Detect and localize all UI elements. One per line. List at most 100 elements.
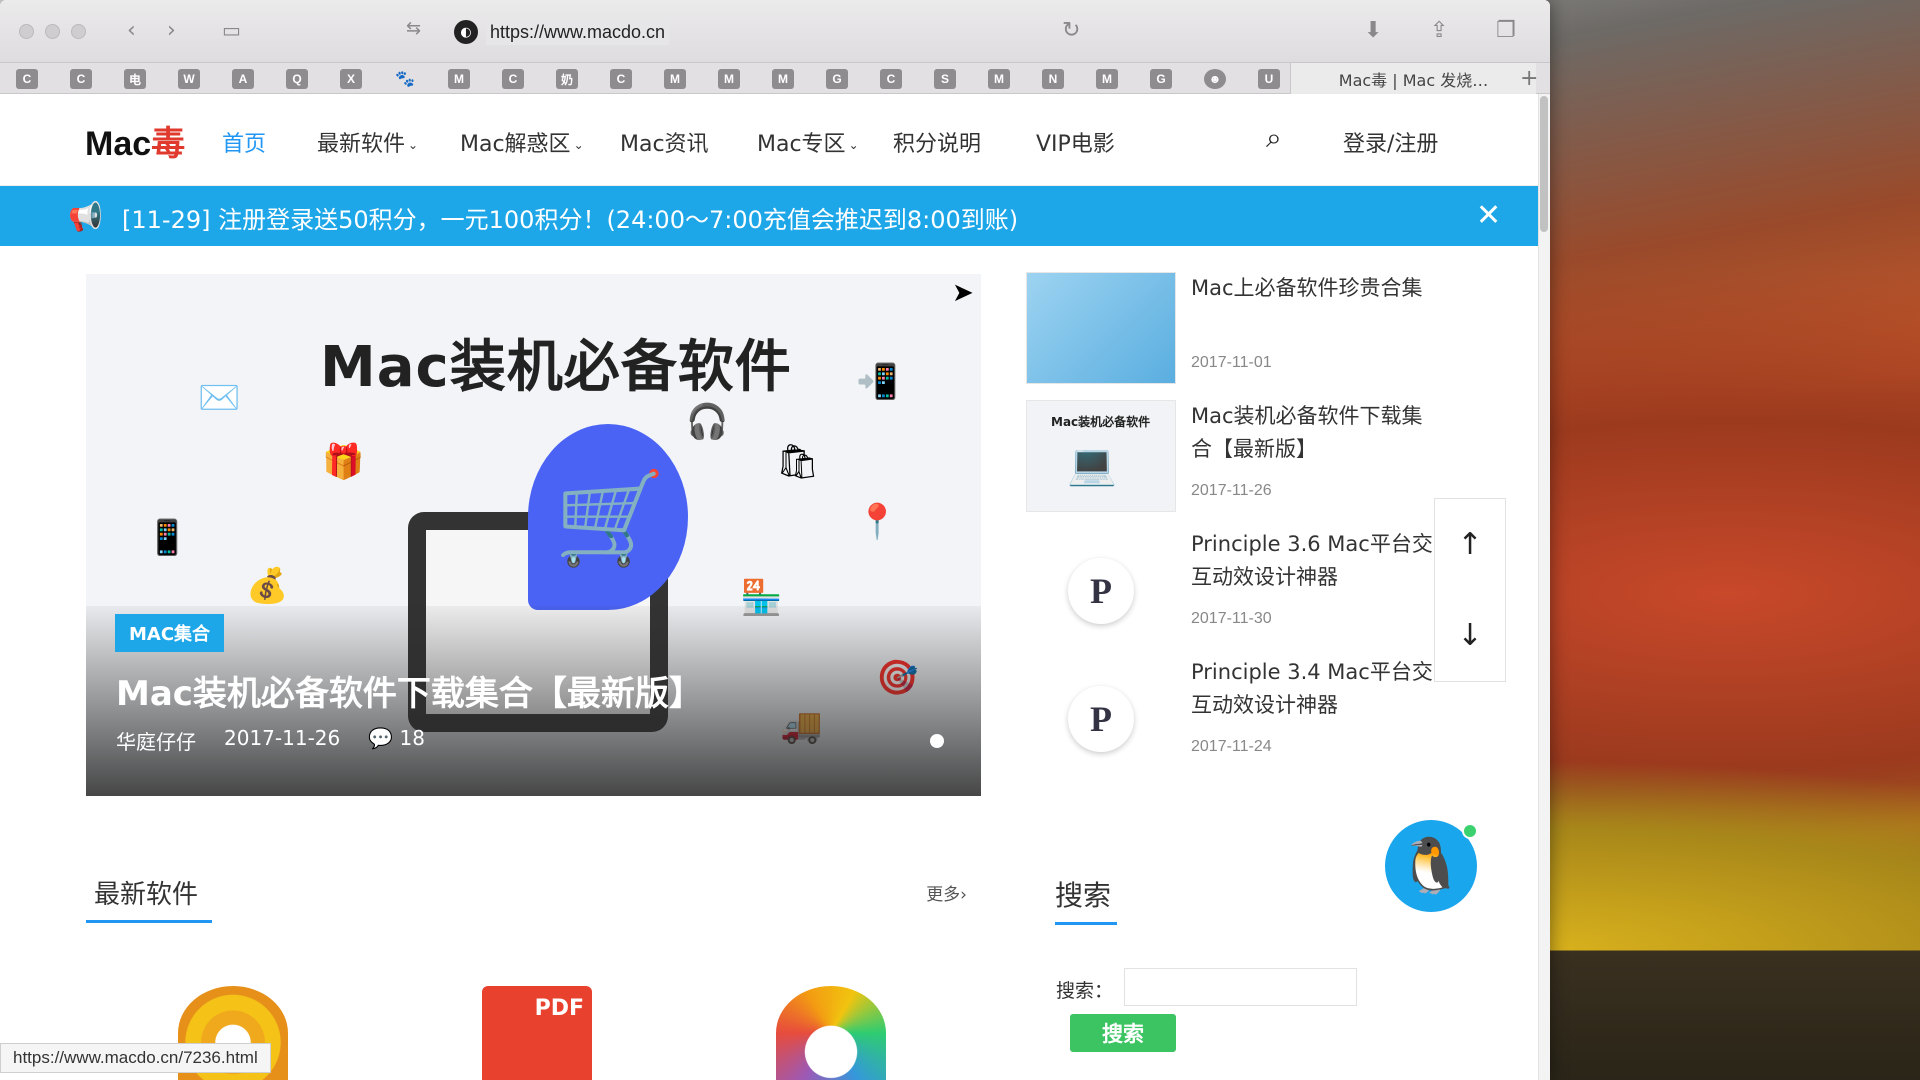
hero-comment-count: 18: [400, 726, 425, 750]
principle-app-icon: P: [1068, 558, 1134, 624]
article-title[interactable]: Principle 3.6 Mac平台交互动效设计神器: [1191, 528, 1441, 594]
pdf-app-icon[interactable]: PDF: [482, 986, 592, 1080]
favorite-item[interactable]: M: [988, 69, 1010, 89]
article-date: 2017-11-24: [1191, 738, 1272, 756]
side-article[interactable]: Mac上必备软件珍贵合集 2017-11-01: [1026, 272, 1466, 392]
favorite-item[interactable]: U: [1258, 69, 1280, 89]
favorite-item[interactable]: Q: [286, 69, 308, 89]
favorite-item[interactable]: A: [232, 69, 254, 89]
page-scrollbar[interactable]: [1538, 94, 1550, 1080]
tabs-overview-icon[interactable]: ❐: [1496, 18, 1516, 43]
favorite-item[interactable]: G: [826, 69, 848, 89]
favorite-item[interactable]: C: [70, 69, 92, 89]
favorite-item[interactable]: C: [880, 69, 902, 89]
section-underline: [86, 920, 212, 923]
favorite-item[interactable]: ☻: [1204, 69, 1226, 89]
nav-mac-help[interactable]: Mac解惑区⌄: [460, 126, 584, 158]
new-tab-button[interactable]: +: [1520, 66, 1538, 91]
category-badge[interactable]: MAC集合: [115, 614, 224, 652]
favorite-item[interactable]: M: [772, 69, 794, 89]
search-label: 搜索：: [1056, 976, 1113, 1003]
side-article[interactable]: P Principle 3.6 Mac平台交互动效设计神器 2017-11-30: [1026, 528, 1466, 648]
back-icon[interactable]: ‹: [127, 18, 136, 43]
link-status-bar: https://www.macdo.cn/7236.html: [0, 1043, 271, 1073]
favorite-item[interactable]: M: [1096, 69, 1118, 89]
forward-icon[interactable]: ›: [167, 18, 176, 43]
search-button[interactable]: 搜索: [1070, 1014, 1176, 1052]
notice-text[interactable]: [11-29] 注册登录送50积分，一元100积分！(24:00～7:00充值会…: [122, 200, 1018, 235]
article-thumbnail[interactable]: Mac装机必备软件 💻: [1026, 400, 1176, 512]
favorite-item[interactable]: C: [610, 69, 632, 89]
hero-comments: 💬 18: [368, 726, 425, 755]
close-icon[interactable]: ✕: [1476, 198, 1501, 233]
sidebar-toggle-icon[interactable]: ▭: [222, 18, 241, 42]
nav-mac-zone[interactable]: Mac专区⌄: [757, 126, 859, 158]
hero-heading: Mac装机必备软件: [320, 322, 792, 403]
notice-banner: 📢 [11-29] 注册登录送50积分，一元100积分！(24:00～7:00充…: [0, 186, 1538, 246]
favorite-item[interactable]: W: [178, 69, 200, 89]
search-icon[interactable]: ⌕: [1266, 121, 1282, 155]
rainbow-app-icon[interactable]: [776, 986, 886, 1080]
favorite-item[interactable]: G: [1150, 69, 1172, 89]
search-input[interactable]: [1124, 968, 1357, 1006]
logo-text: Mac: [85, 125, 151, 163]
site-logo[interactable]: Mac毒: [85, 116, 185, 165]
laptop-cart-icon: 💻: [1067, 441, 1117, 488]
favorite-item[interactable]: M: [718, 69, 740, 89]
page-scrollbar-thumb[interactable]: [1540, 96, 1548, 232]
article-title[interactable]: Mac上必备软件珍贵合集: [1191, 272, 1441, 305]
article-title[interactable]: Mac装机必备软件下载集合【最新版】: [1191, 400, 1441, 466]
hero-carousel[interactable]: Mac装机必备软件 🛒 ✉️ 🎁 📱 💰 🎧 🛍 📲 📍 🏪 🎯 🚚 MAC集合…: [0, 246, 1010, 806]
favorite-item[interactable]: S: [934, 69, 956, 89]
thumbnail-caption: Mac装机必备软件: [1051, 413, 1150, 430]
carousel-indicator[interactable]: [930, 734, 944, 748]
favorite-item[interactable]: M: [448, 69, 470, 89]
zoom-window-button[interactable]: [71, 24, 86, 39]
favorite-item[interactable]: C: [16, 69, 38, 89]
article-thumbnail[interactable]: P: [1026, 656, 1176, 768]
reader-swap-icon[interactable]: ⇆: [406, 18, 421, 39]
reload-icon[interactable]: ↻: [1062, 18, 1080, 43]
article-title[interactable]: Principle 3.4 Mac平台交互动效设计神器: [1191, 656, 1441, 722]
nav-label: 最新软件: [317, 132, 405, 157]
article-date: 2017-11-01: [1191, 354, 1272, 372]
latest-software-header: 最新软件 更多›: [86, 874, 981, 926]
basket-icon: 🛍: [776, 442, 819, 482]
window-controls: [19, 24, 86, 39]
favorite-item[interactable]: 🐾: [394, 69, 416, 89]
favorite-item[interactable]: X: [340, 69, 362, 89]
nav-points[interactable]: 积分说明: [893, 126, 981, 158]
side-article[interactable]: Mac装机必备软件 💻 Mac装机必备软件下载集合【最新版】 2017-11-2…: [1026, 400, 1466, 520]
login-register-link[interactable]: 登录/注册: [1343, 126, 1438, 158]
favorite-item[interactable]: 奶: [556, 69, 578, 89]
side-article[interactable]: P Principle 3.4 Mac平台交互动效设计神器 2017-11-24: [1026, 656, 1466, 776]
address-bar[interactable]: ◐ https://www.macdo.cn: [454, 16, 1094, 48]
nav-home[interactable]: 首页: [222, 126, 266, 158]
chevron-down-icon: ⌄: [574, 138, 584, 152]
favorite-item[interactable]: N: [1042, 69, 1064, 89]
more-link[interactable]: 更多›: [926, 880, 967, 905]
nav-latest-software[interactable]: 最新软件⌄: [317, 126, 418, 158]
active-tab[interactable]: Mac毒 | Mac 发烧…: [1290, 63, 1536, 94]
article-thumbnail[interactable]: P: [1026, 528, 1176, 640]
hero-author[interactable]: 华庭仔仔: [116, 726, 196, 755]
close-window-button[interactable]: [19, 24, 34, 39]
favorite-item[interactable]: 电: [124, 69, 146, 89]
download-icon[interactable]: ⬇: [1364, 18, 1382, 43]
nav-vip-movies[interactable]: VIP电影: [1036, 126, 1115, 158]
hero-image[interactable]: Mac装机必备软件 🛒 ✉️ 🎁 📱 💰 🎧 🛍 📲 📍 🏪 🎯 🚚: [86, 274, 981, 796]
scroll-down-icon[interactable]: ↓: [1457, 618, 1482, 653]
minimize-window-button[interactable]: [45, 24, 60, 39]
comment-icon: 💬: [368, 726, 393, 750]
chevron-down-icon: ⌄: [408, 138, 418, 152]
favorite-item[interactable]: M: [664, 69, 686, 89]
hero-title[interactable]: Mac装机必备软件下载集合【最新版】: [116, 666, 703, 715]
address-url[interactable]: https://www.macdo.cn: [486, 20, 669, 45]
scroll-up-icon[interactable]: ↑: [1457, 527, 1482, 562]
share-icon[interactable]: ⇪: [1430, 18, 1448, 43]
nav-mac-news[interactable]: Mac资讯: [620, 126, 709, 158]
article-thumbnail[interactable]: [1026, 272, 1176, 384]
site-favicon-icon: ◐: [454, 20, 478, 44]
favorite-item[interactable]: C: [502, 69, 524, 89]
search-widget-header: 搜索: [1055, 874, 1111, 914]
